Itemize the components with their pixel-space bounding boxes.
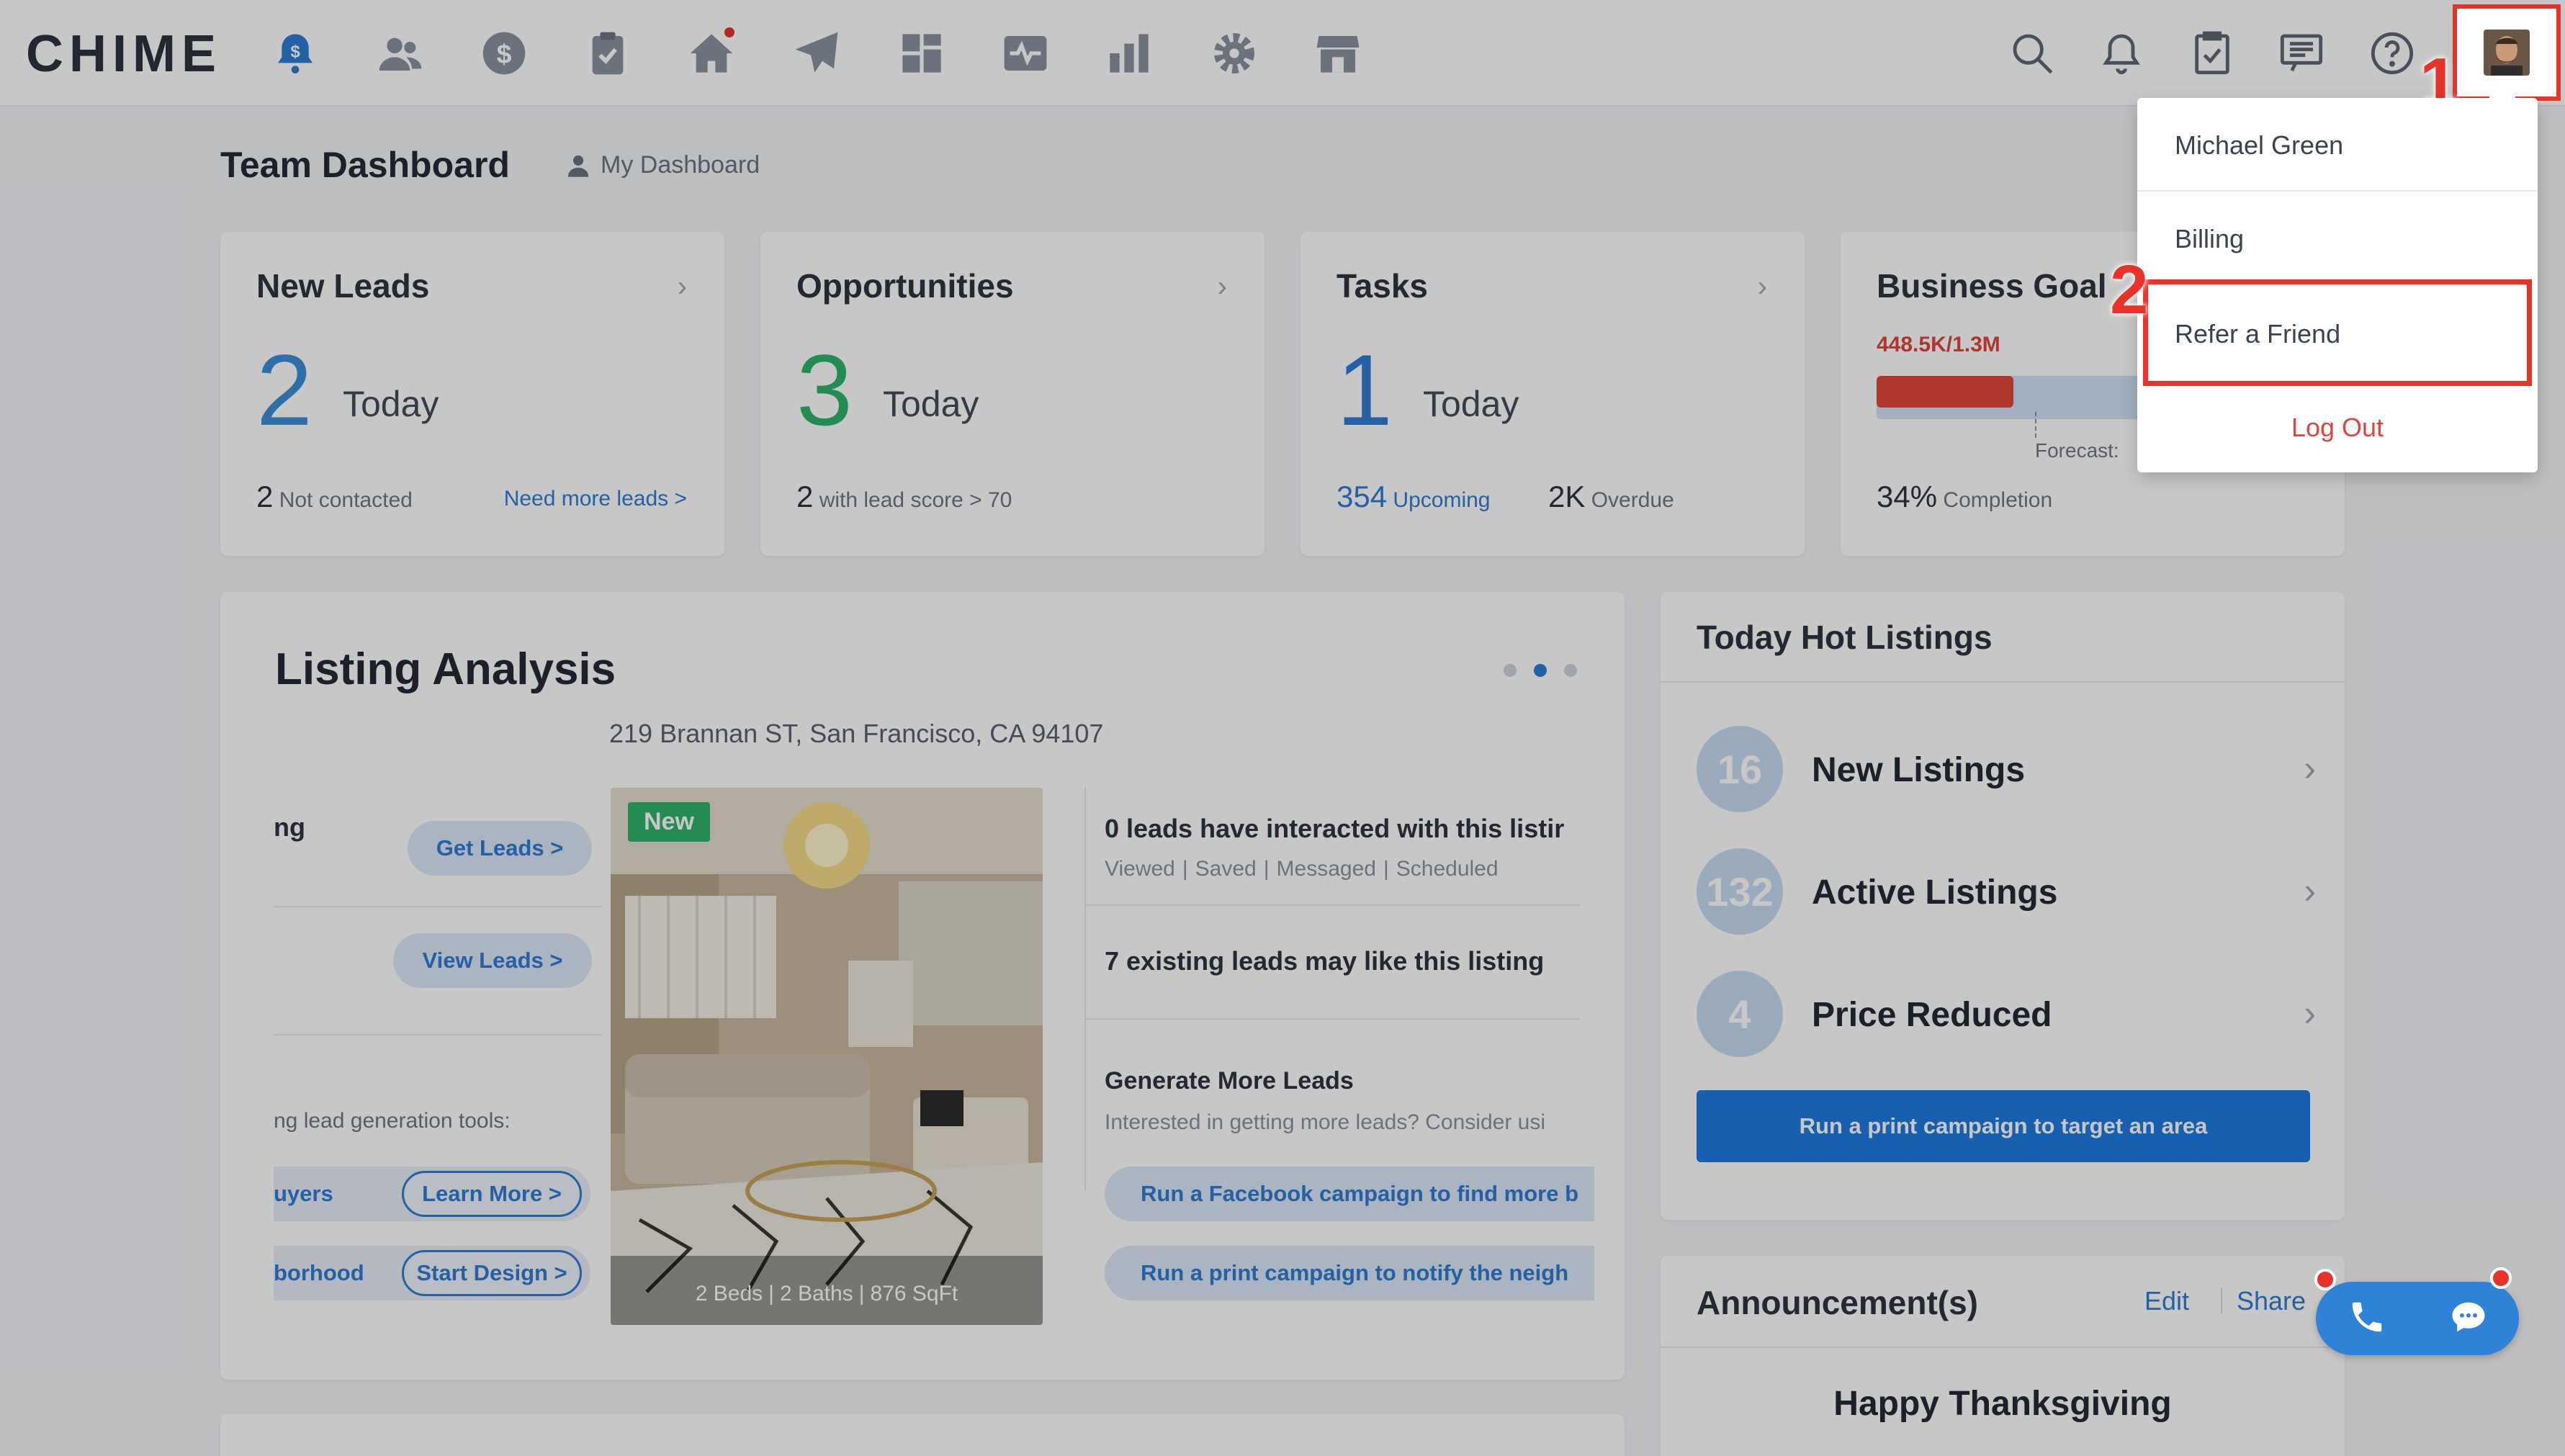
chat-icon[interactable] [2449,1298,2488,1340]
refer-highlight-box [2143,279,2532,386]
chat-badge [2490,1267,2512,1289]
step-marker-2: 2 [2110,251,2149,328]
avatar [2484,30,2530,76]
contact-fab [2316,1282,2519,1355]
avatar-button[interactable] [2453,4,2561,101]
menu-item-user-name[interactable]: Michael Green [2137,98,2538,193]
menu-item-billing[interactable]: Billing [2137,192,2538,287]
phone-badge [2314,1269,2336,1290]
phone-icon[interactable] [2348,1298,2386,1340]
menu-item-log-out[interactable]: Log Out [2137,380,2538,475]
